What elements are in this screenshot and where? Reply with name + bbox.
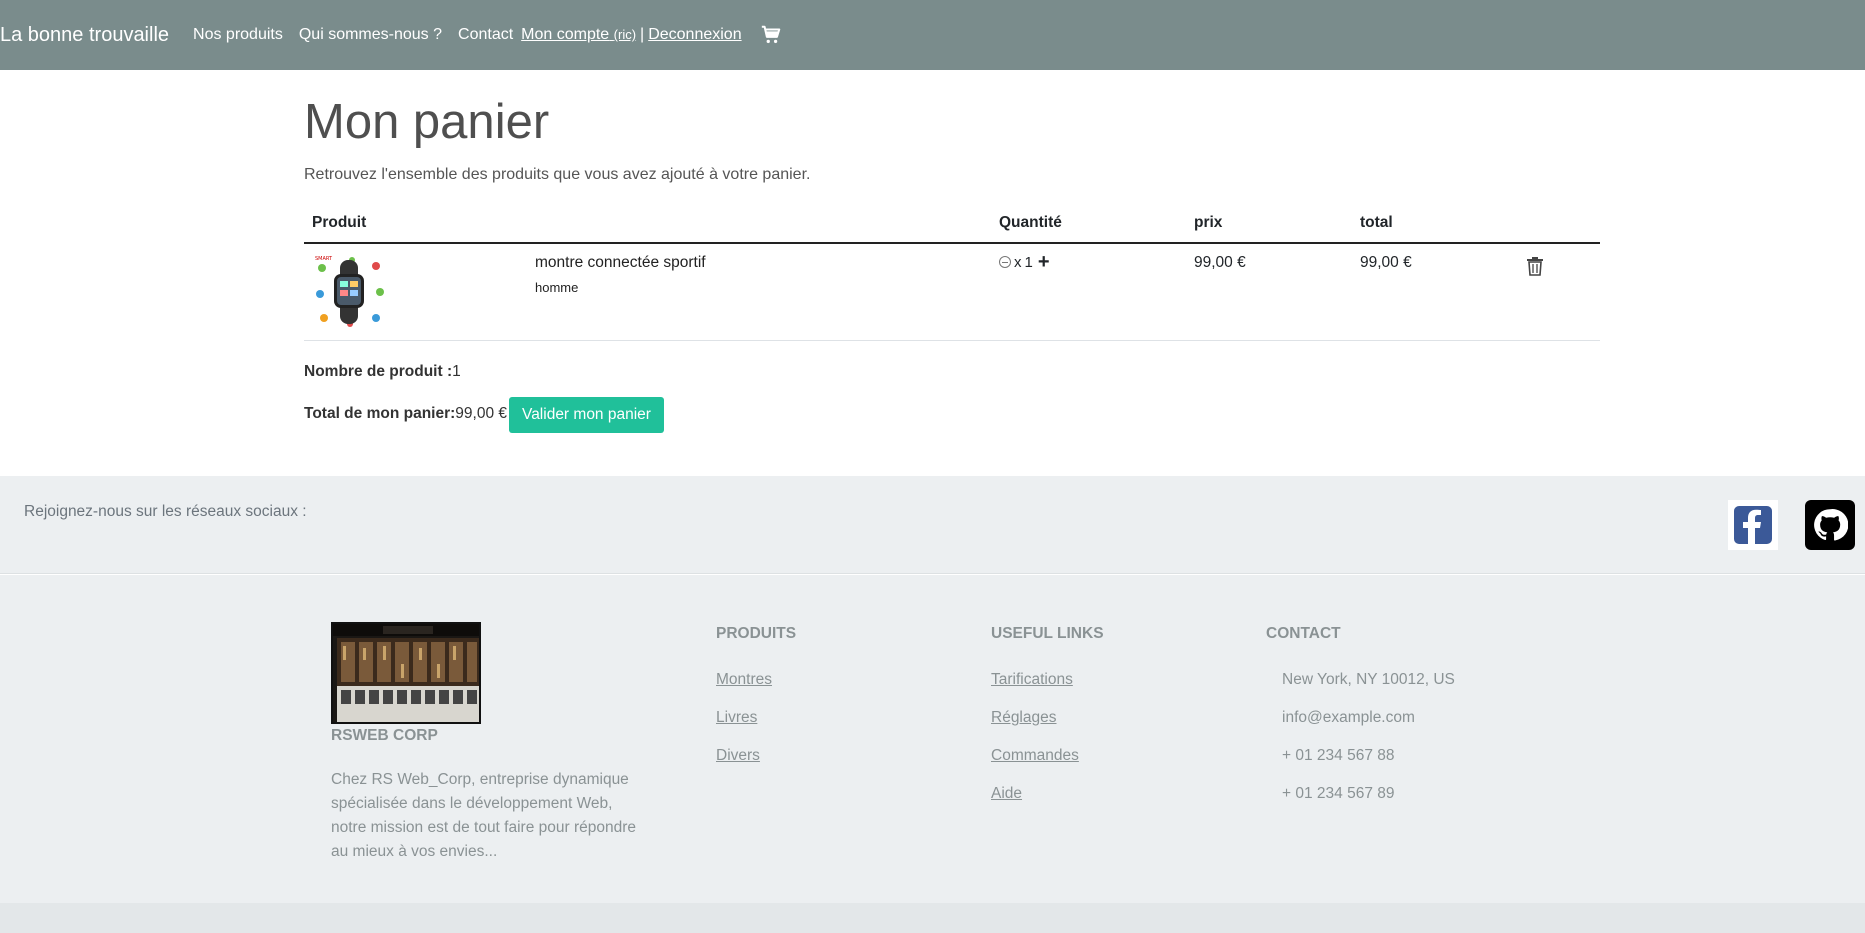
- contact-address: New York, NY 10012, US: [1282, 671, 1455, 688]
- footer-useful-title: Useful links: [991, 625, 1104, 642]
- navbar: La bonne trouvaille Nos produits Qui som…: [0, 0, 1865, 70]
- nav-link-about[interactable]: Qui sommes-nous ?: [299, 26, 442, 44]
- footer-link-aide[interactable]: Aide: [991, 785, 1104, 803]
- cart-summary: Nombre de produit : 1 Total de mon panie…: [304, 363, 1600, 433]
- quantity-prefix: x: [1014, 253, 1022, 271]
- quantity-value: 1: [1024, 253, 1033, 271]
- header-product-details: [527, 207, 991, 244]
- contact-email: info@example.com: [1282, 709, 1415, 726]
- price-cell: 99,00 €: [1186, 242, 1352, 341]
- account-link[interactable]: Mon compte (ric): [521, 26, 636, 44]
- cart-row: SMART montre connectée sportif homme x 1…: [304, 242, 1600, 341]
- company-image: [331, 622, 481, 724]
- footer-products-column: Produits Montres Livres Divers: [716, 575, 796, 765]
- footer-link-livres[interactable]: Livres: [716, 709, 796, 727]
- nav-separator: |: [640, 26, 645, 43]
- contact-phone: + 01 234 567 88: [1282, 747, 1395, 764]
- trash-icon[interactable]: [1526, 256, 1544, 276]
- quantity-cell: x 1 +: [991, 242, 1186, 341]
- product-count-value: 1: [452, 362, 461, 380]
- footer-bottom-bar: [0, 903, 1865, 933]
- main-content: Mon panier Retrouvez l'ensemble des prod…: [304, 90, 1600, 433]
- github-icon[interactable]: [1805, 500, 1855, 550]
- footer-useful-column: Useful links Tarifications Réglages Comm…: [991, 575, 1104, 803]
- decrease-quantity-icon[interactable]: [999, 256, 1011, 269]
- svg-text:SMART: SMART: [315, 256, 333, 262]
- contact-fax: + 01 234 567 89: [1282, 785, 1395, 802]
- product-image-cell: SMART: [304, 242, 527, 341]
- footer-products-title: Produits: [716, 625, 797, 642]
- footer-contact-column: Contact New York, NY 10012, US info@exam…: [1266, 575, 1455, 803]
- account-label: Mon compte: [521, 26, 610, 43]
- footer-contact-title: Contact: [1266, 625, 1341, 642]
- nav-link-contact[interactable]: Contact: [458, 26, 513, 44]
- footer-link-reglages[interactable]: Réglages: [991, 709, 1104, 727]
- account-area: Mon compte (ric) | Deconnexion: [521, 26, 741, 44]
- facebook-icon[interactable]: [1728, 500, 1778, 550]
- actions-cell: [1518, 242, 1600, 341]
- page-subtitle: Retrouvez l'ensemble des produits que vo…: [304, 165, 811, 183]
- product-name: montre connectée sportif: [535, 253, 706, 271]
- cart-total-row: Total de mon panier: 99,00 € Valider mon…: [304, 395, 1600, 433]
- social-band: Rejoignez-nous sur les réseaux sociaux :: [0, 476, 1865, 574]
- quantity-stepper: x 1 +: [999, 252, 1178, 272]
- header-total: total: [1352, 207, 1518, 244]
- company-description: Chez RS Web_Corp, entreprise dynamique s…: [331, 771, 637, 860]
- brand-link[interactable]: La bonne trouvaille: [0, 24, 169, 47]
- header-quantity: Quantité: [991, 207, 1186, 244]
- validate-cart-button[interactable]: Valider mon panier: [509, 396, 664, 433]
- cart-total-label: Total de mon panier:: [304, 404, 456, 422]
- header-product: Produit: [304, 207, 527, 244]
- increase-quantity-icon[interactable]: +: [1038, 252, 1050, 272]
- product-image: SMART: [312, 253, 388, 330]
- cart-total-value: 99,00 €: [455, 404, 507, 422]
- footer-link-montres[interactable]: Montres: [716, 671, 796, 689]
- header-price: prix: [1186, 207, 1352, 244]
- product-count-label: Nombre de produit :: [304, 362, 453, 380]
- cart-header-row: Produit Quantité prix total: [304, 207, 1600, 244]
- facebook-logo: [1734, 506, 1772, 544]
- footer: RSWEB CORP Chez RS Web_Corp, entreprise …: [0, 575, 1865, 903]
- company-name: RSWEB CORP: [331, 727, 438, 744]
- cart-icon[interactable]: [760, 24, 782, 46]
- footer-link-divers[interactable]: Divers: [716, 747, 796, 765]
- total-cell: 99,00 €: [1352, 242, 1518, 341]
- product-info-cell: montre connectée sportif homme: [527, 242, 991, 341]
- footer-link-commandes[interactable]: Commandes: [991, 747, 1104, 765]
- cart-table: Produit Quantité prix total SMART montre…: [304, 207, 1600, 341]
- product-count-row: Nombre de produit : 1: [304, 363, 1600, 381]
- account-user: (ric): [613, 27, 637, 42]
- page-title: Mon panier: [304, 95, 550, 149]
- header-actions: [1518, 207, 1600, 244]
- logout-link[interactable]: Deconnexion: [648, 26, 741, 44]
- nav-link-produits[interactable]: Nos produits: [193, 26, 283, 44]
- product-category: homme: [535, 279, 579, 295]
- social-text: Rejoignez-nous sur les réseaux sociaux :: [24, 503, 307, 520]
- footer-link-tarifications[interactable]: Tarifications: [991, 671, 1104, 689]
